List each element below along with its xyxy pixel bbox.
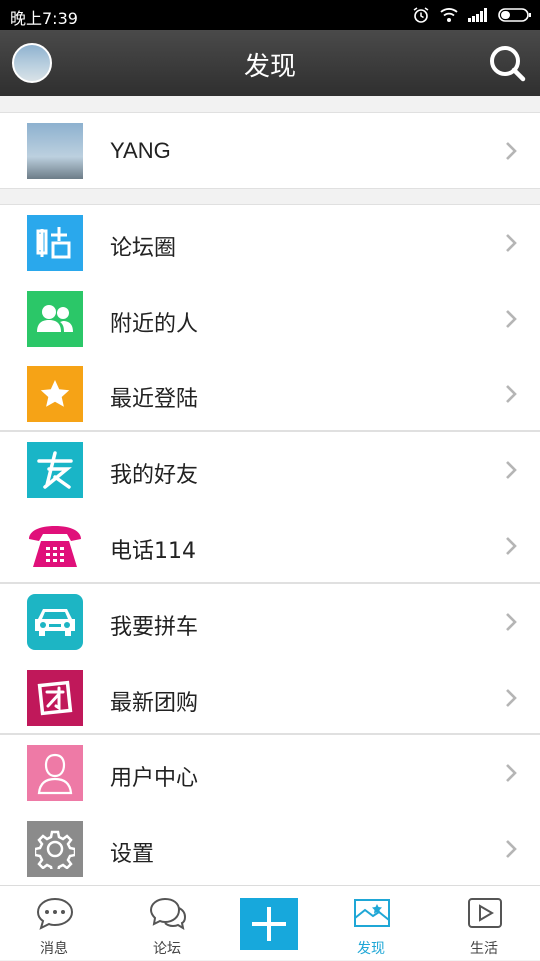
menu-label: 最新团购 <box>110 690 199 716</box>
top-app-bar: 发现 <box>0 30 540 96</box>
discover-icon <box>354 899 390 927</box>
tab-discover[interactable]: 发现 <box>317 886 425 961</box>
tab-label: 生活 <box>470 941 498 957</box>
menu-label: 我的好友 <box>110 463 199 488</box>
chevron-right-icon <box>506 764 517 782</box>
forum-icon <box>149 897 187 930</box>
menu-label: 最近登陆 <box>110 387 199 412</box>
menu-label: 设置 <box>110 841 155 867</box>
menu-label: 附近的人 <box>110 311 199 337</box>
menu-item-phone-114[interactable]: 电话114 <box>0 508 540 584</box>
friends-icon <box>27 442 83 498</box>
battery-icon <box>498 8 531 22</box>
star-icon <box>27 366 83 422</box>
menu-item-settings[interactable]: 设置 <box>0 811 540 887</box>
status-bar: 晚上7:39 <box>0 0 540 30</box>
chevron-right-icon <box>506 536 517 555</box>
menu-item-recent-login[interactable]: 最近登陆 <box>0 356 540 432</box>
page-title: 发现 <box>243 52 296 82</box>
menu-item-carpool[interactable]: 我要拼车 <box>0 584 540 660</box>
profile-name: YANG <box>110 138 171 163</box>
discover-group-3: 我要拼车 最新团购 <box>0 583 540 734</box>
menu-item-people-nearby[interactable]: 附近的人 <box>0 281 540 357</box>
tab-life[interactable]: 生活 <box>430 886 538 961</box>
bottom-tab-bar: 消息 论坛 发现 生活 <box>0 885 540 960</box>
profile-row[interactable]: YANG <box>0 113 540 189</box>
discover-group-4: 用户中心 设置 <box>0 734 540 886</box>
status-time: 晚上7:39 <box>10 9 78 28</box>
menu-item-user-center[interactable]: 用户中心 <box>0 735 540 811</box>
car-icon <box>27 594 83 650</box>
menu-item-forum-circle[interactable]: 论坛圈 <box>0 205 540 281</box>
discover-group-2: 我的好友 电话114 <box>0 431 540 583</box>
profile-section: YANG <box>0 112 540 189</box>
chevron-right-icon <box>506 688 517 707</box>
telephone-icon <box>27 518 83 574</box>
chevron-right-icon <box>506 309 517 328</box>
chevron-right-icon <box>506 613 517 631</box>
tab-label: 发现 <box>357 941 385 957</box>
chevron-right-icon <box>506 142 517 160</box>
alarm-icon <box>413 7 429 23</box>
people-nearby-icon <box>27 290 83 347</box>
plus-icon[interactable] <box>240 898 298 950</box>
message-icon <box>36 897 74 930</box>
life-play-icon <box>468 898 502 928</box>
tab-label: 论坛 <box>153 941 181 957</box>
group-buy-icon <box>27 669 83 726</box>
user-center-icon <box>27 745 83 801</box>
menu-item-my-friends[interactable]: 我的好友 <box>0 432 540 508</box>
profile-photo <box>27 123 83 179</box>
tab-messages[interactable]: 消息 <box>0 886 108 961</box>
chevron-right-icon <box>506 461 517 479</box>
forum-post-icon <box>27 215 83 271</box>
search-icon[interactable] <box>488 44 526 82</box>
menu-label: 用户中心 <box>110 766 199 791</box>
chevron-right-icon <box>506 234 517 252</box>
menu-label: 论坛圈 <box>110 236 177 261</box>
chevron-right-icon <box>506 839 517 858</box>
tab-forum[interactable]: 论坛 <box>113 886 221 961</box>
tab-label: 消息 <box>40 941 68 957</box>
menu-label: 电话114 <box>110 538 196 564</box>
signal-icon <box>468 8 487 22</box>
menu-label: 我要拼车 <box>110 615 199 640</box>
chevron-right-icon <box>506 385 517 403</box>
wifi-icon <box>440 8 458 22</box>
status-icons <box>412 6 532 24</box>
gear-icon <box>27 820 83 877</box>
discover-group-1: 论坛圈 附近的人 最近登陆 <box>0 204 540 431</box>
menu-item-group-buy[interactable]: 最新团购 <box>0 660 540 736</box>
